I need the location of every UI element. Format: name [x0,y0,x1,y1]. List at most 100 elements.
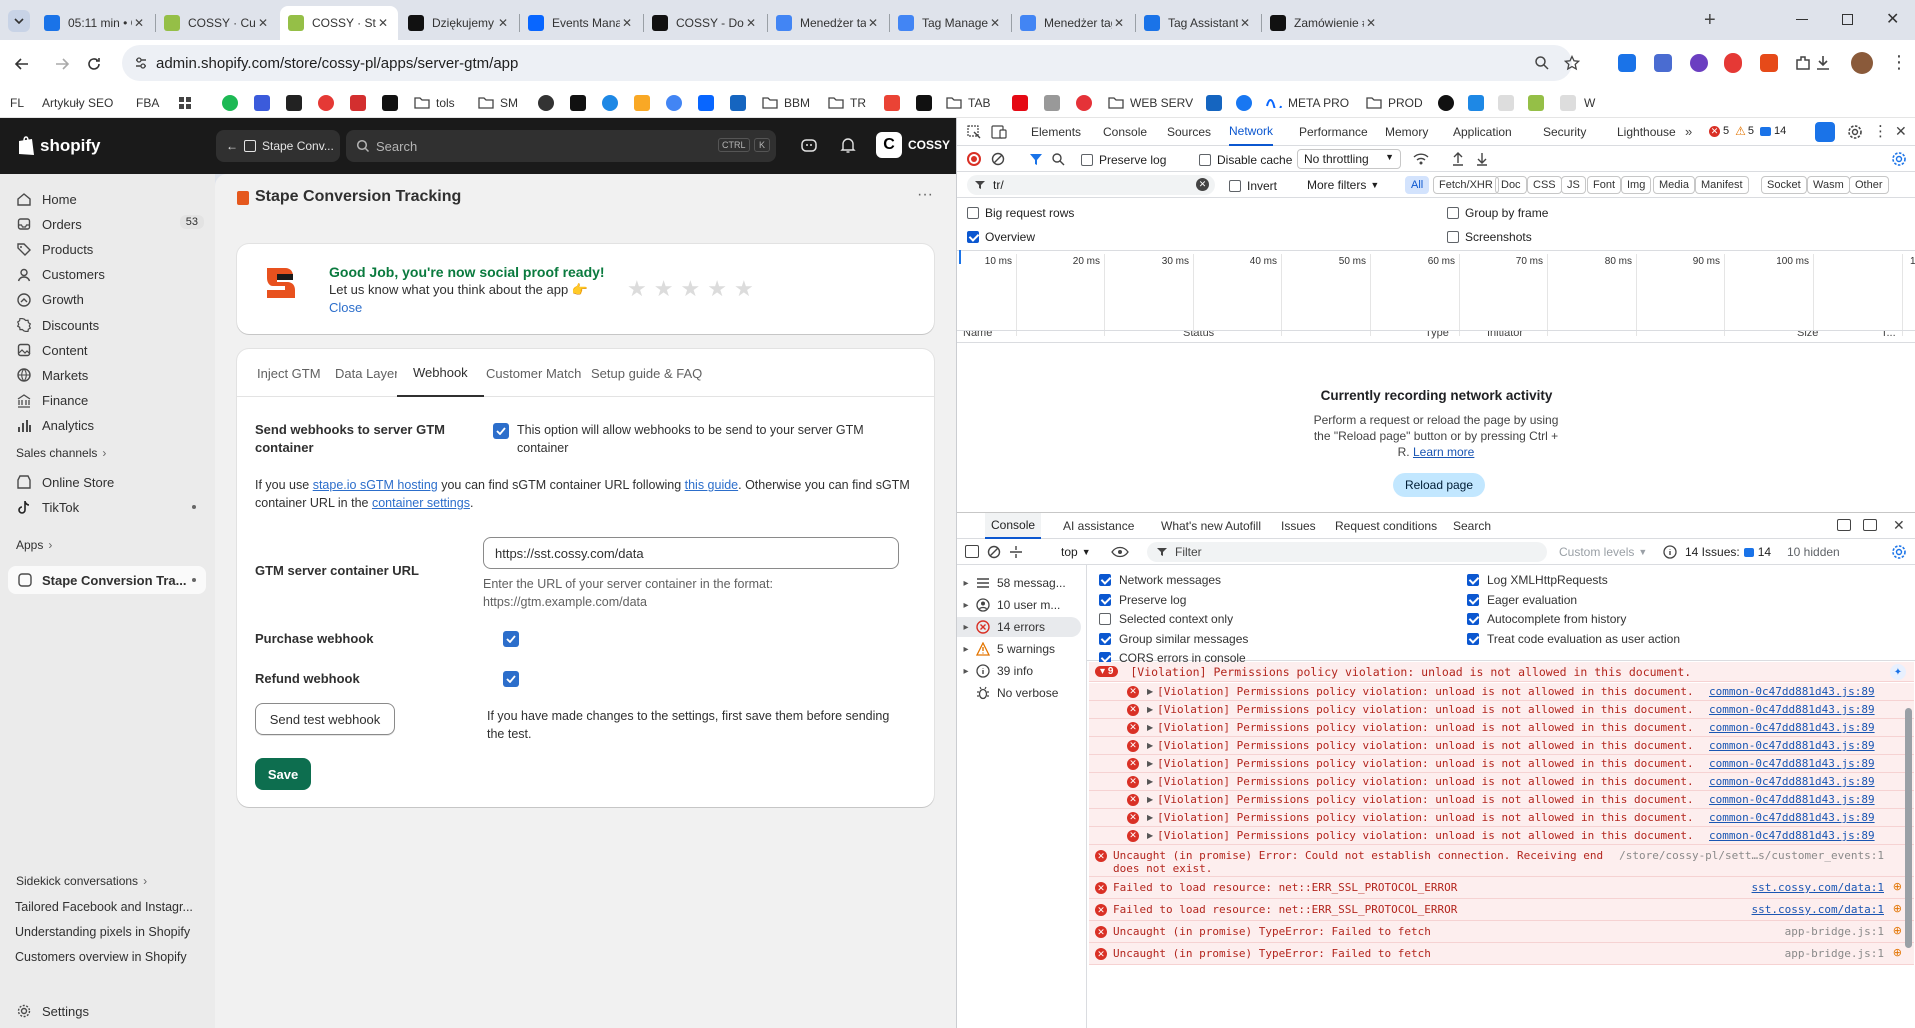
bookmark-icon[interactable] [884,94,900,112]
column-status[interactable]: Status [1183,331,1214,339]
source-link[interactable]: sst.cossy.com/data:1 [1752,903,1884,916]
source-link[interactable]: common-0c47dd881d43.js:89 [1709,811,1875,824]
console-message-row[interactable]: ✕ ▶ [Violation] Permissions policy violati… [1089,791,1914,809]
sidekick-conversation[interactable]: Understanding pixels in Shopify [15,925,190,939]
console-message-row[interactable]: ✕ ▶ [Violation] Permissions policy violati… [1089,701,1914,719]
close-tab-icon[interactable]: ✕ [988,16,1002,30]
extension-icon[interactable] [1618,54,1636,72]
drawer-tab-request-conditions[interactable]: Request conditions [1335,513,1437,539]
setting-selected-context-only[interactable]: Selected context only [1099,612,1233,626]
star-icon[interactable]: ★ [680,276,700,302]
request-icon[interactable]: ⊕ [1893,902,1902,915]
tab-inject-gtm[interactable]: Inject GTM [257,349,321,397]
big-request-rows-checkbox[interactable]: Big request rows [967,206,1074,220]
star-icon[interactable]: ★ [734,276,754,302]
gtm-url-input[interactable]: https://sst.cossy.com/data [483,537,899,569]
sidebar-item-markets[interactable]: Markets [16,364,204,386]
expand-arrow-icon[interactable]: ▶ [1147,831,1153,840]
setting-group-similar-messages[interactable]: Group similar messages [1099,632,1248,646]
devtools-tab-performance[interactable]: Performance [1299,118,1368,146]
folder-tols[interactable]: tols [414,94,455,112]
checkbox[interactable] [1099,574,1111,586]
star-icon[interactable]: ★ [707,276,727,302]
folder-sm[interactable]: SM [478,94,518,112]
refund-webhook-checkbox[interactable] [503,671,519,687]
sidebar-item-stape-app[interactable]: Stape Conversion Tra... [8,566,206,594]
bell-icon[interactable] [840,136,856,154]
checkbox[interactable] [1099,613,1111,626]
source-link[interactable]: /store/cossy-pl/sett…s/customer_events:1 [1619,849,1884,862]
close-tab-icon[interactable]: ✕ [496,16,510,30]
forward-button[interactable] [48,50,76,78]
checkbox[interactable] [1099,593,1111,606]
type-filter-img[interactable]: Img [1621,176,1652,194]
clear-icon[interactable] [991,152,1005,166]
devtools-tab-application[interactable]: Application [1453,118,1512,146]
type-filter-js[interactable]: JS [1561,176,1586,194]
close-tab-icon[interactable]: ✕ [376,16,390,30]
bookmark-icon[interactable] [350,94,366,112]
console-settings-icon[interactable] [1891,544,1907,560]
console-error-row[interactable]: ✕ Failed to load resource: net::ERR_SSL_P… [1089,877,1914,899]
shopify-logo[interactable]: shopify [16,135,100,157]
throttling-select[interactable]: No throttling ▼ [1297,149,1401,169]
close-tab-icon[interactable]: ✕ [1238,16,1252,30]
column-initiator[interactable]: Initiator [1487,331,1523,339]
drawer-tab-search[interactable]: Search [1453,513,1491,539]
source-link[interactable]: common-0c47dd881d43.js:89 [1709,685,1875,698]
type-filter-other[interactable]: Other [1849,176,1889,194]
console-filter-input[interactable]: Filter [1147,542,1547,562]
sidekick-icon[interactable] [800,136,818,154]
devtools-tab-lighthouse[interactable]: Lighthouse [1617,118,1676,146]
sidekick-header[interactable]: Sidekick conversations › [16,874,147,888]
console-sidebar-info[interactable]: ▸ 39 info [957,661,1081,681]
checkbox[interactable] [1467,632,1479,645]
bookmark-icon[interactable] [698,94,714,112]
container-settings-link[interactable]: container settings [372,496,470,510]
purchase-webhook-checkbox[interactable] [503,631,519,647]
close-tab-icon[interactable]: ✕ [256,16,270,30]
close-tab-icon[interactable]: ✕ [132,16,146,30]
bookmark-icon[interactable] [286,94,302,112]
column-name[interactable]: Name [963,331,992,339]
tab-data-layer[interactable]: Data Layer [335,349,399,397]
bookmark-artykuly-seo[interactable]: Artykuły SEO [42,94,113,112]
browser-tab[interactable]: Zamówienie # ✕ [1262,6,1386,40]
expand-arrow-icon[interactable]: ▶ [1147,723,1153,732]
expand-arrow-icon[interactable]: ▶ [1147,795,1153,804]
folder-tr[interactable]: TR [828,94,866,112]
star-icon[interactable]: ★ [627,276,647,302]
tab-search-button[interactable] [8,10,30,32]
ai-explain-icon[interactable]: ✦ [1890,664,1906,680]
bookmark-icon[interactable] [666,94,682,112]
console-error-row[interactable]: ✕ Uncaught (in promise) TypeError: Failed… [1089,943,1914,965]
banner-close-link[interactable]: Close [329,300,362,315]
console-error-row[interactable]: ✕ Uncaught (in promise) TypeError: Failed… [1089,921,1914,943]
console-sidebar-user[interactable]: ▸ 10 user m... [957,595,1081,615]
move-drawer-icon[interactable] [1863,519,1877,531]
browser-tab[interactable]: COSSY · Custo✕ [156,6,278,40]
learn-more-link[interactable]: Learn more [1413,445,1474,459]
store-menu[interactable]: C COSSY [876,132,950,158]
clear-console-icon[interactable] [987,545,1001,559]
sales-channels-header[interactable]: Sales channels › [16,446,106,460]
new-tab-button[interactable]: + [1704,10,1716,30]
network-conditions-icon[interactable] [1413,152,1429,166]
extensions-puzzle-icon[interactable] [1794,54,1812,72]
bookmark-icon[interactable] [222,94,238,112]
devtools-tab-memory[interactable]: Memory [1385,118,1428,146]
reload-page-button[interactable]: Reload page [1393,473,1485,497]
request-icon[interactable]: ⊕ [1893,946,1902,959]
drawer-tab-ai-assistance[interactable]: AI assistance [1063,513,1134,539]
sidebar-toggle-icon[interactable] [965,545,979,558]
close-tab-icon[interactable]: ✕ [866,16,880,30]
sidebar-item-analytics[interactable]: Analytics [16,415,204,437]
apps-header[interactable]: Apps › [16,538,52,552]
expand-arrow-icon[interactable]: ▶ [1147,759,1153,768]
apps-grid-icon[interactable] [178,94,192,112]
filter-toggle-icon[interactable] [1009,545,1023,559]
devtools-menu-icon[interactable]: ⋮ [1873,122,1888,140]
expand-arrow-icon[interactable]: ▸ [957,622,975,633]
dock-side-icon[interactable] [1837,519,1851,531]
expand-arrow-icon[interactable]: ▶ [1147,741,1153,750]
